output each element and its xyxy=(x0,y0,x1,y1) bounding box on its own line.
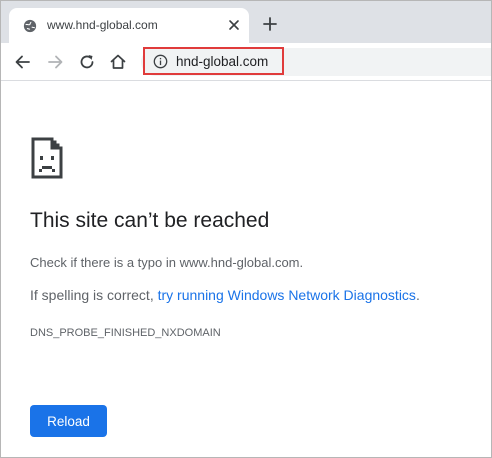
plus-icon[interactable] xyxy=(261,15,279,33)
diagnostics-hint: If spelling is correct, try running Wind… xyxy=(30,287,420,303)
toolbar: hnd-global.com xyxy=(1,43,491,81)
globe-icon xyxy=(23,19,37,33)
diagnostics-hint-prefix: If spelling is correct, xyxy=(30,287,158,303)
close-icon[interactable] xyxy=(227,18,241,32)
info-icon[interactable] xyxy=(153,54,168,69)
error-code: DNS_PROBE_FINISHED_NXDOMAIN xyxy=(30,327,221,339)
reload-icon[interactable] xyxy=(77,52,97,72)
active-tab[interactable]: www.hnd-global.com xyxy=(9,8,249,43)
diagnostics-hint-suffix: . xyxy=(415,287,420,303)
back-arrow-icon[interactable] xyxy=(13,52,33,72)
typo-hint: Check if there is a typo in www.hnd-glob… xyxy=(30,255,304,270)
tab-title: www.hnd-global.com xyxy=(47,18,158,32)
sad-page-icon xyxy=(31,137,63,179)
forward-arrow-icon[interactable] xyxy=(45,52,65,72)
diagnostics-link[interactable]: try running Windows Network Diagnostics xyxy=(158,287,416,303)
error-page: This site can’t be reached Check if ther… xyxy=(1,82,491,457)
url-highlight-box[interactable]: hnd-global.com xyxy=(143,47,284,75)
error-heading: This site can’t be reached xyxy=(30,209,270,232)
reload-button[interactable]: Reload xyxy=(30,405,107,437)
tab-strip: www.hnd-global.com xyxy=(1,1,491,43)
home-icon[interactable] xyxy=(108,52,128,72)
browser-window: www.hnd-global.com hnd-global.com This s… xyxy=(0,0,492,458)
url-text[interactable]: hnd-global.com xyxy=(176,54,268,69)
